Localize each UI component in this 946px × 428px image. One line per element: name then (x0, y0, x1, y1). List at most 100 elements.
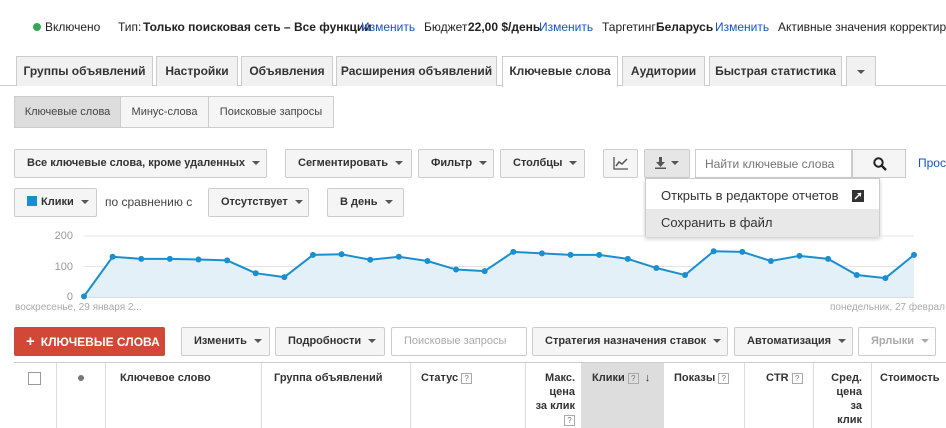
tab-quick-stats[interactable]: Быстрая статистика (709, 56, 842, 86)
columns-dropdown[interactable]: Столбцы (500, 149, 585, 178)
column-clicks[interactable]: Клики? ↓ (592, 371, 650, 385)
data-point[interactable] (81, 293, 87, 300)
help-icon[interactable]: ? (718, 373, 730, 384)
segment-label: Сегментировать (298, 157, 389, 169)
keyword-search-input[interactable] (695, 149, 852, 178)
budget-value: 22,00 $/день (468, 20, 541, 34)
tab-settings[interactable]: Настройки (156, 56, 238, 86)
chevron-down-icon (838, 339, 847, 344)
data-point[interactable] (224, 257, 231, 264)
bid-strategy-dropdown[interactable]: Стратегия назначения ставок (532, 327, 728, 356)
select-all-checkbox[interactable] (28, 372, 41, 385)
data-point[interactable] (195, 256, 202, 263)
column-ctr[interactable]: CTR? (766, 371, 803, 385)
column-status[interactable]: Статус? (421, 371, 473, 385)
details-dropdown[interactable]: Подробности (275, 327, 385, 356)
tab-ads[interactable]: Объявления (241, 56, 333, 86)
column-impressions[interactable]: Показы? (674, 371, 730, 385)
data-point[interactable] (309, 251, 316, 258)
column-status-label: Статус (421, 372, 459, 384)
tab-ad-groups[interactable]: Группы объявлений (16, 56, 153, 86)
data-point[interactable] (367, 256, 374, 263)
data-point[interactable] (510, 248, 517, 255)
column-avg-cpc[interactable]: Сред. цена за клик? (826, 371, 862, 428)
period-label: В день (340, 196, 378, 208)
help-icon[interactable]: ? (461, 373, 473, 384)
data-point[interactable] (138, 255, 145, 262)
help-icon[interactable]: ? (791, 373, 803, 384)
column-divider (56, 363, 57, 428)
search-icon (873, 157, 887, 171)
period-dropdown[interactable]: В день (327, 188, 404, 217)
filter-dropdown[interactable]: Фильтр (418, 149, 494, 178)
tab-ad-extensions[interactable]: Расширения объявлений (336, 56, 497, 86)
help-icon[interactable]: ? (627, 373, 639, 384)
labels-dropdown[interactable]: Ярлыки (858, 327, 936, 356)
targeting-change-link[interactable]: Изменить (715, 20, 769, 34)
help-icon[interactable]: ? (564, 415, 575, 426)
budget-label: Бюджет: (424, 20, 471, 34)
x-start-label: воскресенье, 29 января 2... (15, 302, 142, 313)
data-point[interactable] (853, 272, 860, 279)
data-point[interactable] (252, 270, 259, 277)
x-end-label: понедельник, 27 феврал (830, 302, 945, 313)
data-point[interactable] (596, 251, 603, 258)
data-point[interactable] (395, 253, 402, 260)
segment-dropdown[interactable]: Сегментировать (285, 149, 412, 178)
data-point[interactable] (682, 272, 689, 279)
download-dropdown[interactable] (644, 149, 690, 178)
chart-toggle-button[interactable] (603, 149, 638, 178)
column-divider (663, 363, 664, 428)
data-point[interactable] (739, 248, 746, 255)
subtab-keywords[interactable]: Ключевые слова (14, 96, 121, 128)
edit-dropdown[interactable]: Изменить (181, 327, 270, 356)
tabs-more-button[interactable] (846, 56, 876, 86)
data-point[interactable] (481, 268, 488, 275)
column-clicks-label: Клики (592, 372, 625, 384)
status-enabled: Включено (45, 20, 101, 34)
add-keywords-button[interactable]: + КЛЮЧЕВЫЕ СЛОВА (14, 327, 165, 356)
column-divider (871, 363, 872, 428)
subtab-negative-keywords[interactable]: Минус-слова (120, 96, 209, 128)
data-point[interactable] (567, 251, 574, 258)
data-point[interactable] (653, 265, 660, 272)
data-point[interactable] (453, 266, 460, 273)
column-max-cpc-label: Макс. цена за клик (535, 372, 575, 412)
search-button[interactable] (852, 149, 906, 178)
data-point[interactable] (767, 258, 774, 265)
type-change-link[interactable]: Изменить (361, 20, 415, 34)
keywords-table-header: Ключевое слово Группа объявлений Статус?… (14, 362, 946, 428)
data-point[interactable] (882, 275, 889, 282)
column-ad-group[interactable]: Группа объявлений (274, 371, 383, 385)
automation-dropdown[interactable]: Автоматизация (734, 327, 853, 356)
column-keyword[interactable]: Ключевое слово (120, 371, 211, 385)
compare-dropdown[interactable]: Отсутствует (208, 188, 309, 217)
subtab-search-terms[interactable]: Поисковые запросы (208, 96, 334, 128)
data-point[interactable] (424, 258, 431, 265)
data-point[interactable] (710, 248, 717, 255)
data-point[interactable] (538, 250, 545, 257)
column-impressions-label: Показы (674, 372, 716, 384)
budget-change-link[interactable]: Изменить (539, 20, 593, 34)
column-cost[interactable]: Стоимость (880, 371, 940, 385)
data-point[interactable] (166, 255, 173, 262)
keyword-filter-dropdown[interactable]: Все ключевые слова, кроме удаленных (14, 149, 267, 178)
view-link[interactable]: Прос (918, 156, 946, 170)
automation-label: Автоматизация (747, 335, 832, 347)
targeting-label: Таргетинг: (602, 20, 660, 34)
chevron-down-icon (384, 200, 393, 205)
metric-dropdown[interactable]: Клики (14, 188, 97, 217)
column-max-cpc[interactable]: Макс. цена за клик? (535, 371, 575, 427)
data-point[interactable] (825, 255, 832, 262)
menu-item-open-in-report-editor[interactable]: Открыть в редакторе отчетов (646, 182, 879, 210)
data-point[interactable] (796, 252, 803, 259)
data-point[interactable] (624, 255, 631, 262)
data-point[interactable] (911, 251, 917, 258)
tab-audiences[interactable]: Аудитории (622, 56, 705, 86)
search-terms-button[interactable]: Поисковые запросы (391, 327, 527, 356)
data-point[interactable] (109, 253, 116, 260)
active-adjustments: Активные значения корректиров (778, 20, 946, 34)
tab-keywords[interactable]: Ключевые слова (502, 56, 618, 87)
data-point[interactable] (338, 251, 345, 258)
data-point[interactable] (281, 274, 288, 281)
